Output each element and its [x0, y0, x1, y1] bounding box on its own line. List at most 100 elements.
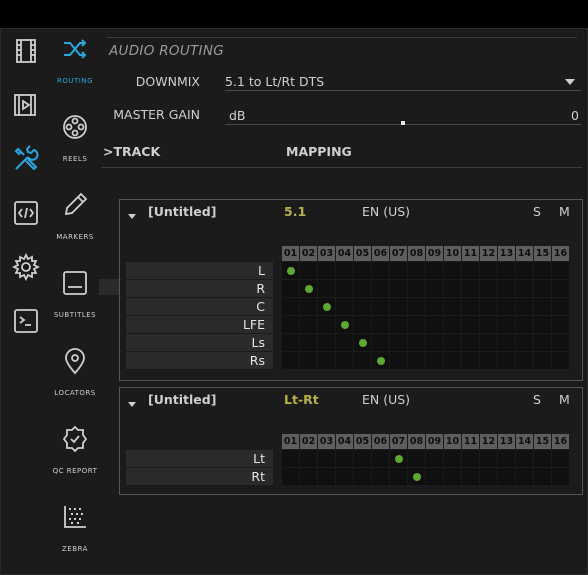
mapping-cell[interactable]: [462, 298, 479, 315]
mapping-cell[interactable]: [336, 468, 353, 485]
mapping-cell[interactable]: [462, 450, 479, 467]
mapping-cell[interactable]: [516, 298, 533, 315]
mapping-cell[interactable]: [354, 352, 371, 369]
mapping-cell[interactable]: [498, 334, 515, 351]
mapping-cell[interactable]: [336, 316, 353, 333]
mapping-cell[interactable]: [282, 468, 299, 485]
mapping-cell[interactable]: [534, 298, 551, 315]
mapping-cell[interactable]: [300, 468, 317, 485]
mapping-cell[interactable]: [516, 280, 533, 297]
tools-icon[interactable]: [12, 145, 40, 173]
mapping-cell[interactable]: [534, 468, 551, 485]
mapping-cell[interactable]: [462, 468, 479, 485]
film-icon[interactable]: [12, 37, 40, 65]
mapping-cell[interactable]: [354, 450, 371, 467]
mapping-cell[interactable]: [372, 450, 389, 467]
mapping-cell[interactable]: [318, 334, 335, 351]
track-language[interactable]: EN (US): [362, 204, 410, 219]
mapping-cell[interactable]: [426, 298, 443, 315]
mapping-cell[interactable]: [444, 352, 461, 369]
mapping-cell[interactable]: [498, 450, 515, 467]
mapping-cell[interactable]: [462, 280, 479, 297]
mapping-cell[interactable]: [318, 352, 335, 369]
mapping-cell[interactable]: [300, 298, 317, 315]
mapping-cell[interactable]: [552, 316, 569, 333]
mapping-cell[interactable]: [390, 298, 407, 315]
mapping-cell[interactable]: [372, 316, 389, 333]
mapping-cell[interactable]: [552, 468, 569, 485]
mapping-cell[interactable]: [300, 450, 317, 467]
mapping-cell[interactable]: [516, 450, 533, 467]
mapping-cell[interactable]: [408, 280, 425, 297]
mapping-cell[interactable]: [534, 352, 551, 369]
mapping-cell[interactable]: [552, 262, 569, 279]
mapping-cell[interactable]: [552, 298, 569, 315]
mapping-cell[interactable]: [444, 262, 461, 279]
mapping-cell[interactable]: [444, 316, 461, 333]
track-format[interactable]: 5.1: [284, 204, 306, 219]
mapping-cell[interactable]: [336, 298, 353, 315]
mapping-cell[interactable]: [516, 262, 533, 279]
mapping-cell[interactable]: [516, 352, 533, 369]
mapping-cell[interactable]: [426, 334, 443, 351]
mapping-cell[interactable]: [408, 262, 425, 279]
mapping-cell[interactable]: [426, 280, 443, 297]
mapping-cell[interactable]: [318, 280, 335, 297]
mapping-cell[interactable]: [282, 334, 299, 351]
mapping-cell[interactable]: [390, 468, 407, 485]
mapping-cell[interactable]: [300, 316, 317, 333]
mapping-cell[interactable]: [408, 334, 425, 351]
nav-item-markers[interactable]: MARKERS: [51, 185, 99, 255]
solo-button[interactable]: S: [533, 204, 541, 219]
mapping-cell[interactable]: [354, 280, 371, 297]
downmix-select[interactable]: 5.1 to Lt/Rt DTS: [225, 74, 581, 91]
mapping-cell[interactable]: [300, 334, 317, 351]
mute-button[interactable]: M: [559, 204, 570, 219]
mapping-cell[interactable]: [300, 280, 317, 297]
mapping-cell[interactable]: [282, 298, 299, 315]
mapping-cell[interactable]: [372, 298, 389, 315]
mapping-cell[interactable]: [498, 262, 515, 279]
mapping-cell[interactable]: [390, 316, 407, 333]
nav-item-zebra[interactable]: ZEBRA: [51, 497, 99, 567]
mapping-cell[interactable]: [408, 316, 425, 333]
track-column-header[interactable]: >TRACK: [103, 144, 160, 159]
gear-icon[interactable]: [11, 252, 41, 282]
mapping-cell[interactable]: [498, 298, 515, 315]
mapping-cell[interactable]: [354, 334, 371, 351]
mapping-cell[interactable]: [462, 334, 479, 351]
track-name[interactable]: [Untitled]: [148, 392, 216, 407]
terminal-icon[interactable]: [12, 307, 40, 335]
nav-item-subtitles[interactable]: SUBTITLES: [51, 263, 99, 333]
mapping-cell[interactable]: [480, 334, 497, 351]
nav-item-locators[interactable]: LOCATORS: [51, 341, 99, 411]
mapping-cell[interactable]: [336, 262, 353, 279]
mapping-cell[interactable]: [426, 468, 443, 485]
mapping-cell[interactable]: [336, 450, 353, 467]
mapping-cell[interactable]: [426, 316, 443, 333]
mapping-cell[interactable]: [480, 298, 497, 315]
mapping-cell[interactable]: [534, 280, 551, 297]
film-edit-icon[interactable]: [12, 91, 40, 119]
mapping-cell[interactable]: [480, 468, 497, 485]
mapping-cell[interactable]: [282, 280, 299, 297]
collapse-caret-icon[interactable]: [128, 214, 136, 219]
mapping-cell[interactable]: [354, 298, 371, 315]
mapping-cell[interactable]: [372, 352, 389, 369]
mapping-cell[interactable]: [498, 468, 515, 485]
track-format[interactable]: Lt-Rt: [284, 392, 319, 407]
mapping-cell[interactable]: [516, 468, 533, 485]
mapping-cell[interactable]: [498, 316, 515, 333]
mapping-cell[interactable]: [534, 450, 551, 467]
mapping-cell[interactable]: [336, 280, 353, 297]
mute-button[interactable]: M: [559, 392, 570, 407]
mapping-cell[interactable]: [426, 450, 443, 467]
mapping-cell[interactable]: [552, 450, 569, 467]
track-name[interactable]: [Untitled]: [148, 204, 216, 219]
track-language[interactable]: EN (US): [362, 392, 410, 407]
mapping-cell[interactable]: [462, 352, 479, 369]
mapping-cell[interactable]: [480, 316, 497, 333]
mapping-cell[interactable]: [390, 280, 407, 297]
mapping-cell[interactable]: [372, 334, 389, 351]
mapping-cell[interactable]: [516, 316, 533, 333]
